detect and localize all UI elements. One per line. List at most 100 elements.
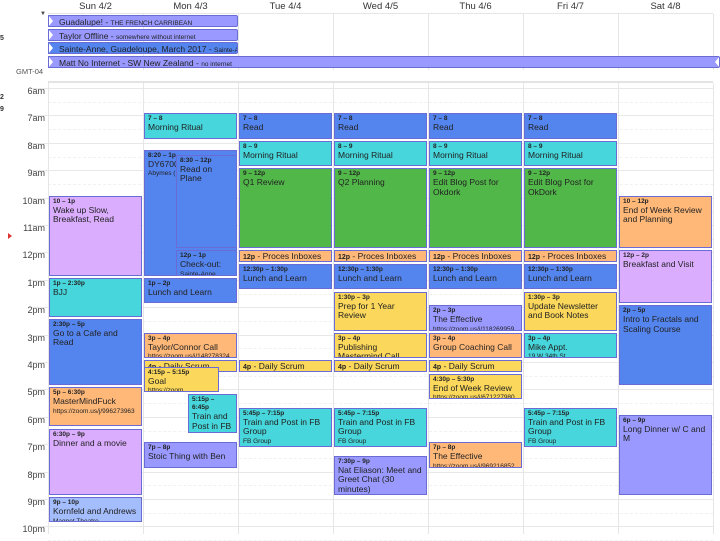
event-title: Morning Ritual (433, 149, 488, 160)
calendar-event[interactable]: 4p - Daily Scrum (239, 360, 332, 372)
event-title: Stoic Thing with Ben (148, 451, 226, 462)
event-title: End of Week Review and Planning (623, 204, 702, 225)
calendar-event[interactable]: 6p – 9p Long Dinner w/ C and M (619, 414, 712, 495)
calendar-event[interactable]: 12:30p – 1:30p Lunch and Learn (429, 264, 522, 290)
calendar-event[interactable]: 9p – 10p Kornfeld and Andrews Magnet Theat… (49, 497, 142, 523)
day-header-mon[interactable]: Mon 4/3 (143, 1, 238, 12)
calendar-event[interactable]: 4p - Daily Scrum (429, 360, 522, 372)
calendar-event[interactable]: 8 – 9 Morning Ritual (334, 140, 427, 167)
calendar-event[interactable]: 7:30p – 9p Nat Eliason: Meet and Greet Ch… (334, 455, 427, 495)
calendar-event[interactable]: 5:45p – 7:15p Train and Post in FB Group F… (334, 407, 427, 448)
calendar-event[interactable]: 7 – 8 Read (429, 113, 522, 139)
event-time: 4p (243, 364, 252, 371)
calendar-event[interactable]: 3p – 4p Taylor/Connor Call https://zoom.us… (144, 332, 237, 358)
event-title: The Effective (433, 451, 483, 462)
hour-gridline (28, 526, 713, 528)
event-title: Morning Ritual (148, 122, 203, 133)
calendar-event[interactable]: 5:15p – 6:45pTrain and Post in FB GroupF… (188, 394, 237, 434)
event-location: Sainte-Anne, (180, 270, 218, 276)
calendar-event[interactable]: 1p – 2:30p BJJ (49, 277, 142, 317)
calendar-event[interactable]: 2p – 5p Intro to Fractals and Scaling Cou… (619, 305, 712, 386)
event-title: MasterMindFuck (53, 396, 116, 407)
calendar-event[interactable]: 12p - Proces Inboxes (429, 250, 522, 263)
calendar-event[interactable]: 2p – 3p The Effective https://zoom.us/j/11… (429, 305, 522, 331)
calendar-event[interactable]: 8 – 9 Morning Ritual (429, 140, 522, 167)
calendar-event[interactable]: 1p – 2p Lunch and Learn (144, 277, 237, 304)
calendar-event[interactable]: 12p – 1p Check-out: Sainte-Anne, (176, 250, 237, 276)
event-title: Publishing Mastermind Call (338, 341, 400, 358)
day-header-tue[interactable]: Tue 4/4 (238, 1, 333, 12)
event-title: Lunch and Learn (243, 273, 307, 284)
calendar-event[interactable]: 1:30p – 3p Update Newsletter and Book Not… (524, 291, 617, 331)
day-header-sat[interactable]: Sat 4/8 (618, 1, 713, 12)
event-location: https://zoom.us/j/148278324 (148, 353, 230, 358)
event-location: https://zoom.us/j/671227980 (433, 394, 515, 400)
day-header-sun[interactable]: Sun 4/2 (48, 1, 143, 12)
calendar-event[interactable]: 7p – 8p The Effective https://zoom.us/j/96… (429, 442, 522, 468)
calendar-event[interactable]: 12:30p – 1:30p Lunch and Learn (524, 264, 617, 290)
mini-calendar-date[interactable]: 9 (0, 106, 4, 113)
calendar-event[interactable]: 5:45p – 7:15p Train and Post in FB Group F… (524, 407, 617, 448)
event-title: Read on Plane (180, 163, 213, 183)
calendar-event[interactable]: 9 – 12p Q2 Planning (334, 168, 427, 249)
collapse-allday-icon[interactable]: ▼ (40, 11, 46, 17)
event-location: 19 W 34th St (528, 353, 566, 358)
event-title: Check-out: (180, 259, 222, 270)
event-location: FB Group (338, 437, 367, 445)
calendar-event[interactable]: 8:30 – 12p Read on Plane (176, 154, 237, 249)
timezone-label: GMT-04 (16, 67, 44, 76)
event-title: Morning Ritual (528, 149, 583, 160)
calendar-event[interactable]: 7 – 8 Read (239, 113, 332, 139)
all-day-event[interactable]: Matt No Internet - SW New Zealand - no i… (48, 56, 720, 68)
calendar-event[interactable]: 7p – 8p Stoic Thing with Ben (144, 442, 237, 468)
calendar-event[interactable]: 10 – 12p End of Week Review and Planning (619, 195, 712, 249)
event-title: Goal (148, 375, 166, 386)
calendar-event[interactable]: 5:45p – 7:15p Train and Post in FB Group F… (239, 407, 332, 448)
calendar-event[interactable]: 12:30p – 1:30p Lunch and Learn (239, 264, 332, 290)
calendar-event[interactable]: 3p – 4p Publishing Mastermind Call (334, 332, 427, 358)
calendar-event[interactable]: 7 – 8 Read (524, 113, 617, 139)
event-time: 4p (433, 364, 442, 371)
calendar-event[interactable]: 7 – 8 Morning Ritual (144, 113, 237, 139)
calendar-event[interactable]: 3p – 4p Group Coaching Call (429, 332, 522, 358)
event-title: Morning Ritual (338, 149, 393, 160)
calendar-event[interactable]: 5p – 6:30p MasterMindFuck https://zoom.us/… (49, 387, 142, 427)
calendar-event[interactable]: 9 – 12p Edit Blog Post for Okdork (429, 168, 522, 249)
all-day-event[interactable]: Guadalupe! - THE FRENCH CARRIBEAN (48, 15, 238, 27)
hour-label: 2pm (27, 305, 45, 316)
hour-label: 10pm (22, 524, 45, 535)
event-title: Sainte-Anne, Guadeloupe, March 2017 - (59, 44, 214, 54)
hour-label: 8pm (27, 469, 45, 480)
calendar-event[interactable]: 9 – 12p Q1 Review (239, 168, 332, 249)
calendar-event[interactable]: 8 – 9 Morning Ritual (524, 140, 617, 167)
day-header-wed[interactable]: Wed 4/5 (333, 1, 428, 12)
hour-label: 8am (27, 140, 45, 151)
calendar-event[interactable]: 4:15p – 5:15p Goal https://zoom. (144, 366, 219, 393)
calendar-event[interactable]: 7 – 8 Read (334, 113, 427, 139)
calendar-event[interactable]: 4:30p – 5:30p End of Week Review https://z… (429, 373, 522, 400)
hour-label: 1pm (27, 277, 45, 288)
event-title: Taylor Offline - (59, 31, 117, 41)
day-header-thu[interactable]: Thu 4/6 (428, 1, 523, 12)
calendar-event[interactable]: 12p - Proces Inboxes (524, 250, 617, 263)
all-day-event[interactable]: Sainte-Anne, Guadeloupe, March 2017 - Sa… (48, 42, 238, 54)
event-title: Long Dinner w/ C and M (623, 423, 706, 444)
day-header-fri[interactable]: Fri 4/7 (523, 1, 618, 12)
calendar-event[interactable]: 1:30p – 3p Prep for 1 Year Review (334, 291, 427, 331)
calendar-event[interactable]: 9 – 12p Edit Blog Post for OkDork (524, 168, 617, 249)
half-hour-gridline (48, 512, 713, 514)
half-hour-gridline (48, 403, 713, 405)
calendar-event[interactable]: 12p – 2p Breakfast and Visit (619, 250, 712, 304)
calendar-event[interactable]: 3p – 4p Mike Appt. 19 W 34th St (524, 332, 617, 358)
calendar-event[interactable]: 6:30p – 9p Dinner and a movie (49, 428, 142, 495)
all-day-event[interactable]: Taylor Offline - somewhere without inter… (48, 29, 238, 41)
calendar-event[interactable]: 12:30p – 1:30p Lunch and Learn (334, 264, 427, 290)
mini-calendar-date[interactable]: 5 (0, 35, 4, 42)
event-title: Mike Appt. (528, 341, 568, 352)
calendar-event[interactable]: 8 – 9 Morning Ritual (239, 140, 332, 167)
calendar-event[interactable]: 2:30p – 5p Go to a Cafe and Read (49, 318, 142, 386)
calendar-event[interactable]: 12p - Proces Inboxes (239, 250, 332, 263)
calendar-event[interactable]: 4p - Daily Scrum (334, 360, 427, 372)
calendar-event[interactable]: 12p - Proces Inboxes (334, 250, 427, 263)
calendar-event[interactable]: 10 – 1p Wake up Slow, Breakfast, Read (49, 195, 142, 276)
